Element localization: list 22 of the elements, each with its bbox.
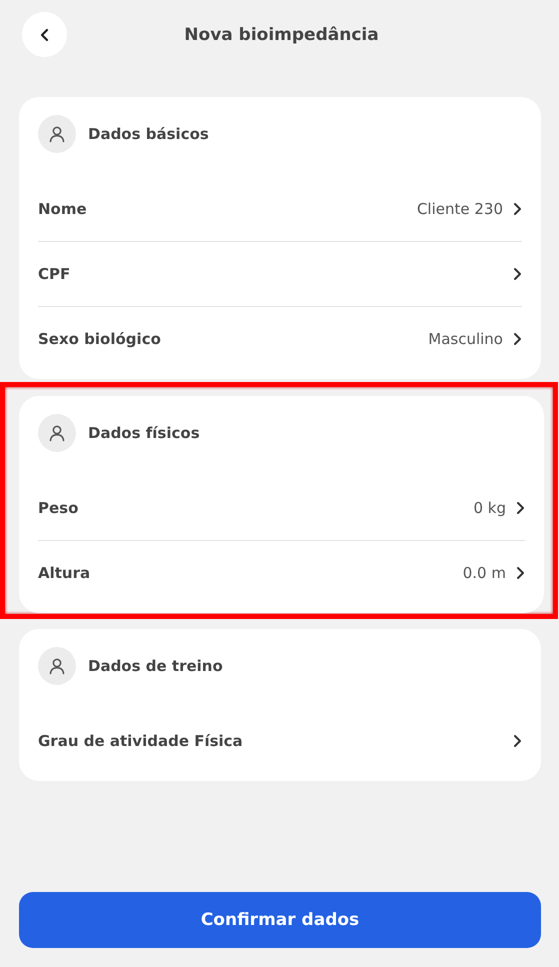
page-title: Nova bioimpedância: [184, 24, 379, 44]
chevron-right-icon: [513, 734, 522, 748]
field-row[interactable]: Peso 0 kg: [38, 475, 525, 540]
field-row[interactable]: Sexo biológico Masculino: [38, 306, 522, 371]
person-icon: [38, 647, 76, 685]
section-title: Dados básicos: [88, 125, 209, 143]
chevron-right-icon: [513, 332, 522, 346]
person-icon: [38, 115, 76, 153]
field-row[interactable]: CPF: [38, 241, 522, 306]
chevron-right-icon: [513, 267, 522, 281]
chevron-right-icon: [516, 566, 525, 580]
chevron-right-icon: [516, 500, 525, 514]
person-icon: [38, 414, 76, 452]
confirm-button[interactable]: Confirmar dados: [19, 892, 541, 948]
back-button[interactable]: [22, 12, 67, 57]
field-row[interactable]: Altura 0.0 m: [38, 540, 525, 605]
field-row[interactable]: Nome Cliente 230: [38, 176, 522, 241]
chevron-right-icon: [513, 202, 522, 216]
field-row[interactable]: Grau de atividade Física: [38, 708, 522, 773]
section-title: Dados físicos: [88, 424, 200, 442]
section-title: Dados de treino: [88, 657, 223, 675]
back-icon: [40, 28, 50, 42]
